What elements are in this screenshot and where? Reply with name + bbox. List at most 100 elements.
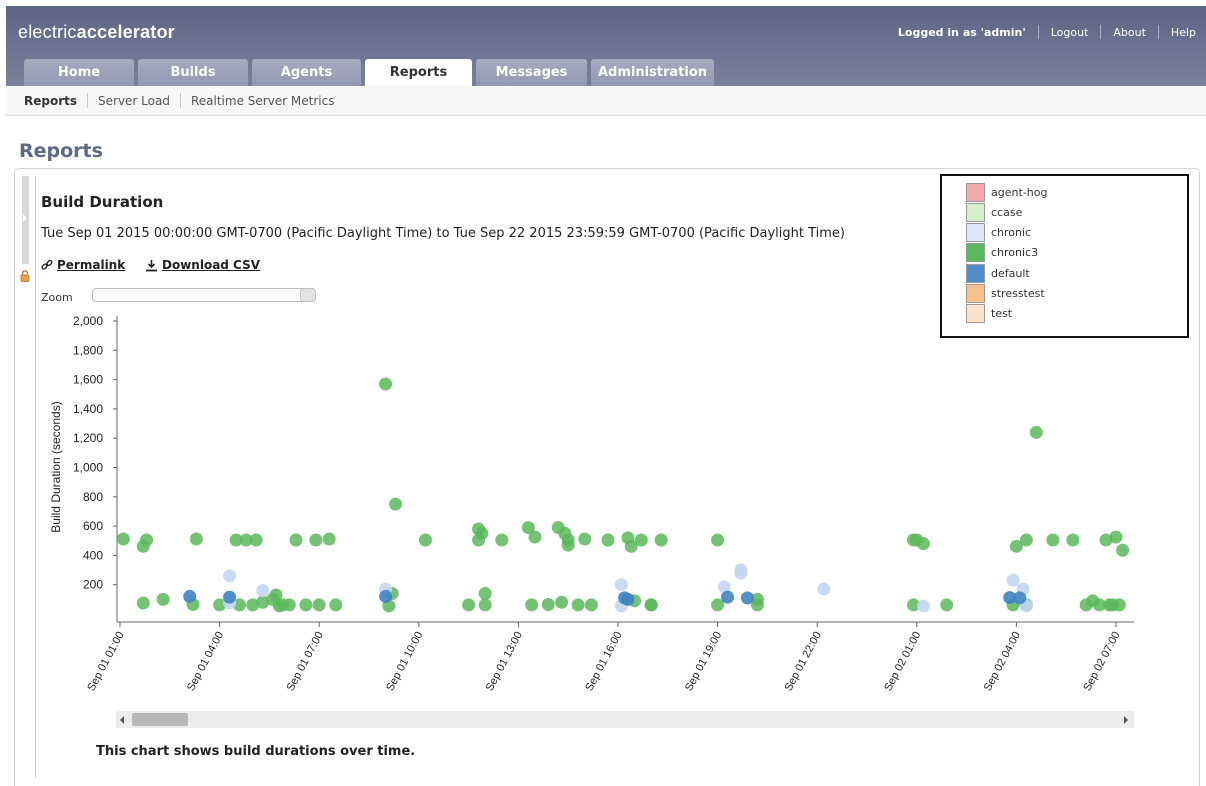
y-tick-label: 800 (83, 490, 103, 504)
data-point-chronic3[interactable] (462, 598, 476, 612)
y-axis-label: Build Duration (seconds) (49, 401, 63, 532)
data-point-chronic3[interactable] (1029, 425, 1043, 439)
data-point-chronic3[interactable] (389, 497, 403, 511)
data-point-chronic3[interactable] (555, 595, 569, 609)
data-point-chronic3[interactable] (478, 598, 492, 612)
y-tick-label: 1,200 (73, 431, 103, 445)
legend-swatch (966, 304, 985, 324)
data-point-chronic3[interactable] (136, 539, 150, 553)
data-point-chronic3[interactable] (379, 377, 393, 391)
data-point-chronic3[interactable] (475, 526, 489, 540)
data-point-chronic[interactable] (256, 584, 270, 598)
data-point-default[interactable] (721, 590, 735, 604)
chart-description: This chart shows build durations over ti… (96, 744, 416, 759)
data-point-chronic3[interactable] (322, 532, 336, 546)
legend-label: chronic (991, 226, 1032, 240)
x-tick-label: Sep 01 10:00 (384, 630, 425, 693)
x-tick-label: Sep 01 22:00 (783, 630, 824, 693)
legend-label: stresstest (991, 287, 1045, 300)
data-point-chronic3[interactable] (528, 530, 542, 544)
data-point-chronic3[interactable] (1066, 533, 1080, 547)
data-point-chronic[interactable] (614, 578, 628, 592)
x-tick-label: Sep 01 16:00 (583, 630, 624, 693)
data-point-chronic3[interactable] (1046, 533, 1060, 547)
data-point-chronic3[interactable] (525, 598, 539, 612)
data-point-chronic3[interactable] (309, 533, 323, 547)
legend-item-default[interactable]: default (966, 263, 1030, 283)
y-tick-label: 400 (83, 548, 103, 562)
y-tick-label: 1,000 (73, 461, 103, 475)
data-point-chronic3[interactable] (289, 533, 303, 547)
data-point-chronic3[interactable] (571, 598, 585, 612)
data-point-chronic3[interactable] (584, 598, 598, 612)
data-point-chronic[interactable] (734, 566, 748, 580)
data-point-chronic3[interactable] (541, 597, 555, 611)
legend-swatch (966, 223, 985, 243)
data-point-chronic3[interactable] (418, 533, 432, 547)
legend-item-stresstest[interactable]: stresstest (966, 284, 1045, 304)
data-point-chronic3[interactable] (1109, 530, 1123, 544)
data-point-chronic3[interactable] (1102, 598, 1116, 612)
data-point-chronic3[interactable] (312, 598, 326, 612)
data-point-chronic3[interactable] (644, 598, 658, 612)
data-point-chronic3[interactable] (940, 598, 954, 612)
scroll-right-icon[interactable] (1124, 716, 1128, 724)
data-point-chronic3[interactable] (478, 586, 492, 600)
data-point-chronic[interactable] (223, 569, 237, 583)
x-tick-label: Sep 01 13:00 (484, 630, 525, 693)
data-point-chronic3[interactable] (495, 533, 509, 547)
legend-label: chronic3 (991, 246, 1039, 260)
legend-swatch (966, 182, 985, 202)
legend-label: ccase (991, 205, 1023, 219)
y-tick-label: 1,800 (73, 343, 103, 357)
data-point-chronic3[interactable] (156, 592, 170, 606)
data-point-default[interactable] (223, 590, 237, 604)
y-tick-label: 600 (83, 519, 103, 533)
data-point-chronic[interactable] (916, 599, 930, 613)
data-point-default[interactable] (183, 589, 197, 603)
data-point-chronic3[interactable] (601, 533, 615, 547)
data-point-default[interactable] (1013, 591, 1027, 605)
data-points (117, 377, 1130, 613)
legend-item-chronic3[interactable]: chronic3 (966, 243, 1038, 263)
data-point-default[interactable] (740, 591, 754, 605)
legend-swatch (966, 243, 985, 263)
data-point-chronic3[interactable] (654, 533, 668, 547)
data-point-chronic3[interactable] (1116, 543, 1130, 557)
legend-item-agent-hog[interactable]: agent-hog (966, 182, 1047, 202)
data-point-chronic3[interactable] (189, 532, 203, 546)
legend-item-ccase[interactable]: ccase (966, 202, 1022, 222)
data-point-chronic3[interactable] (634, 533, 648, 547)
y-tick-label: 1,400 (73, 402, 103, 416)
chart-legend: agent-hog ccase chronic chronic3 default stre… (940, 174, 1189, 338)
chart-horizontal-scrollbar[interactable] (116, 711, 1134, 728)
data-point-chronic3[interactable] (329, 598, 343, 612)
data-point-chronic3[interactable] (136, 596, 150, 610)
x-tick-label: Sep 01 01:00 (85, 630, 126, 693)
legend-item-test[interactable]: test (966, 304, 1012, 324)
data-point-chronic3[interactable] (117, 532, 130, 546)
data-point-chronic3[interactable] (282, 598, 296, 612)
data-point-chronic3[interactable] (578, 532, 592, 546)
data-point-default[interactable] (621, 592, 635, 606)
data-point-chronic3[interactable] (561, 533, 575, 547)
x-tick-label: Sep 01 04:00 (185, 630, 226, 693)
data-point-chronic3[interactable] (299, 598, 313, 612)
data-point-chronic3[interactable] (249, 533, 263, 547)
data-point-chronic3[interactable] (1019, 533, 1033, 547)
data-point-chronic3[interactable] (711, 533, 725, 547)
y-tick-label: 200 (83, 578, 103, 592)
legend-label: default (991, 266, 1030, 280)
x-tick-label: Sep 01 07:00 (285, 630, 326, 693)
legend-swatch (966, 263, 985, 283)
x-tick-label: Sep 02 04:00 (982, 630, 1023, 693)
scroll-left-icon[interactable] (120, 716, 124, 724)
data-point-default[interactable] (379, 589, 393, 603)
legend-swatch (966, 284, 985, 303)
data-point-chronic[interactable] (817, 582, 831, 596)
data-point-chronic[interactable] (1006, 573, 1020, 587)
legend-item-chronic[interactable]: chronic (966, 223, 1031, 243)
legend-swatch (966, 202, 985, 222)
data-point-chronic3[interactable] (916, 537, 930, 551)
scrollbar-thumb[interactable] (132, 713, 188, 726)
